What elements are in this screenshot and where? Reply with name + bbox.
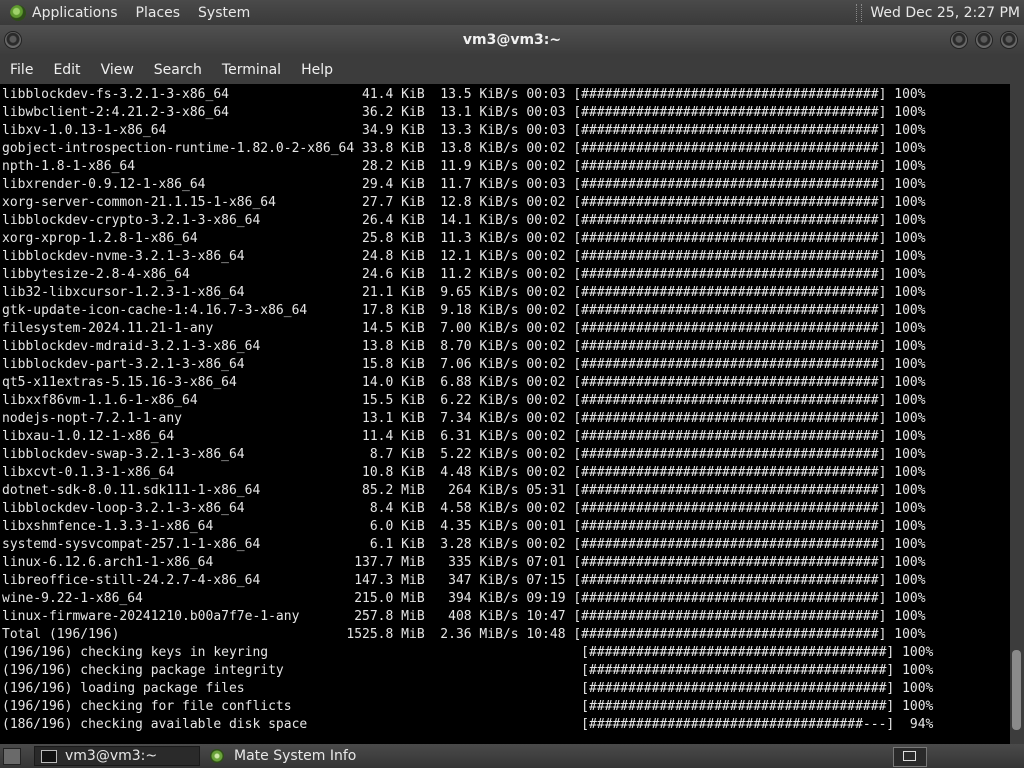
task-info-label: Mate System Info (234, 748, 357, 764)
menu-file[interactable]: File (0, 62, 43, 78)
menubar: File Edit View Search Terminal Help (0, 55, 1024, 84)
maximize-button[interactable] (975, 31, 993, 49)
applications-menu[interactable]: Applications (32, 5, 118, 21)
terminal-line: filesystem-2024.11.21-1-any 14.5 KiB 7.0… (2, 321, 926, 336)
bottom-taskbar: vm3@vm3:~ Mate System Info (0, 744, 1024, 768)
terminal-line: gtk-update-icon-cache-1:4.16.7-3-x86_64 … (2, 303, 926, 318)
terminal-line: libxcvt-0.1.3-1-x86_64 10.8 KiB 4.48 KiB… (2, 465, 926, 480)
terminal-line: qt5-x11extras-5.15.16-3-x86_64 14.0 KiB … (2, 375, 926, 390)
terminal-line: linux-firmware-20241210.b00a7f7e-1-any 2… (2, 609, 926, 624)
menu-edit[interactable]: Edit (43, 62, 90, 78)
terminal-line: xorg-server-common-21.1.15-1-x86_64 27.7… (2, 195, 926, 210)
places-menu[interactable]: Places (136, 5, 181, 21)
terminal-line: npth-1.8-1-x86_64 28.2 KiB 11.9 KiB/s 00… (2, 159, 926, 174)
clock[interactable]: Wed Dec 25, 2:27 PM (870, 5, 1020, 21)
terminal-line: libblockdev-swap-3.2.1-3-x86_64 8.7 KiB … (2, 447, 926, 462)
terminal-line: libblockdev-part-3.2.1-3-x86_64 15.8 KiB… (2, 357, 926, 372)
terminal-scrollbar[interactable] (1010, 84, 1024, 744)
terminal-line: Total (196/196) 1525.8 MiB 2.36 MiB/s 10… (2, 627, 926, 642)
workspace-switcher-icon[interactable] (893, 747, 927, 767)
terminal-line: (186/196) checking available disk space … (2, 717, 934, 732)
terminal-line: dotnet-sdk-8.0.11.sdk111-1-x86_64 85.2 M… (2, 483, 926, 498)
menu-help[interactable]: Help (291, 62, 343, 78)
terminal-line: libxrender-0.9.12-1-x86_64 29.4 KiB 11.7… (2, 177, 926, 192)
minimize-button[interactable] (950, 31, 968, 49)
terminal-line: libxau-1.0.12-1-x86_64 11.4 KiB 6.31 KiB… (2, 429, 926, 444)
terminal-line: (196/196) checking keys in keyring [####… (2, 645, 934, 660)
terminal-line: (196/196) loading package files [#######… (2, 681, 934, 696)
mate-logo-icon[interactable] (10, 4, 26, 21)
task-terminal-label: vm3@vm3:~ (65, 748, 158, 764)
terminal-line: nodejs-nopt-7.2.1-1-any 13.1 KiB 7.34 Ki… (2, 411, 926, 426)
terminal-line: libblockdev-mdraid-3.2.1-3-x86_64 13.8 K… (2, 339, 926, 354)
terminal-line: libxshmfence-1.3.3-1-x86_64 6.0 KiB 4.35… (2, 519, 926, 534)
menu-terminal[interactable]: Terminal (212, 62, 291, 78)
task-mate-system-info[interactable]: Mate System Info (204, 746, 369, 766)
terminal-output[interactable]: libblockdev-fs-3.2.1-3-x86_64 41.4 KiB 1… (0, 84, 1010, 744)
close-button[interactable] (1000, 31, 1018, 49)
terminal-line: libxxf86vm-1.1.6-1-x86_64 15.5 KiB 6.22 … (2, 393, 926, 408)
terminal-line: libblockdev-loop-3.2.1-3-x86_64 8.4 KiB … (2, 501, 926, 516)
menu-search[interactable]: Search (144, 62, 212, 78)
workspace-window-icon (903, 751, 916, 761)
terminal-lines: libblockdev-fs-3.2.1-3-x86_64 41.4 KiB 1… (2, 86, 933, 734)
terminal-icon (41, 749, 57, 763)
window-titlebar[interactable]: vm3@vm3:~ (0, 25, 1024, 55)
terminal-line: (196/196) checking for file conflicts [#… (2, 699, 934, 714)
terminal-line: gobject-introspection-runtime-1.82.0-2-x… (2, 141, 926, 156)
menu-view[interactable]: View (91, 62, 144, 78)
top-panel: Applications Places System Wed Dec 25, 2… (0, 0, 1024, 25)
window-title: vm3@vm3:~ (462, 32, 562, 48)
terminal-line: libxv-1.0.13-1-x86_64 34.9 KiB 13.3 KiB/… (2, 123, 926, 138)
terminal-line: libreoffice-still-24.2.7-4-x86_64 147.3 … (2, 573, 926, 588)
terminal-line: xorg-xprop-1.2.8-1-x86_64 25.8 KiB 11.3 … (2, 231, 926, 246)
terminal-line: linux-6.12.6.arch1-1-x86_64 137.7 MiB 33… (2, 555, 926, 570)
terminal-line: (196/196) checking package integrity [##… (2, 663, 934, 678)
system-menu[interactable]: System (198, 5, 250, 21)
terminal-line: lib32-libxcursor-1.2.3-1-x86_64 21.1 KiB… (2, 285, 926, 300)
scrollbar-thumb[interactable] (1012, 650, 1021, 730)
terminal-line: systemd-sysvcompat-257.1-1-x86_64 6.1 Ki… (2, 537, 926, 552)
terminal-line: libblockdev-fs-3.2.1-3-x86_64 41.4 KiB 1… (2, 87, 926, 102)
terminal-line: libblockdev-crypto-3.2.1-3-x86_64 26.4 K… (2, 213, 926, 228)
terminal-line: wine-9.22-1-x86_64 215.0 MiB 394 KiB/s 0… (2, 591, 926, 606)
mate-info-icon (210, 749, 224, 763)
panel-separator (856, 3, 863, 22)
terminal-line: libbytesize-2.8-4-x86_64 24.6 KiB 11.2 K… (2, 267, 926, 282)
terminal-line: libblockdev-nvme-3.2.1-3-x86_64 24.8 KiB… (2, 249, 926, 264)
task-terminal[interactable]: vm3@vm3:~ (34, 746, 200, 766)
terminal-line: libwbclient-2:4.21.2-3-x86_64 36.2 KiB 1… (2, 105, 926, 120)
show-desktop-icon[interactable] (3, 748, 21, 765)
